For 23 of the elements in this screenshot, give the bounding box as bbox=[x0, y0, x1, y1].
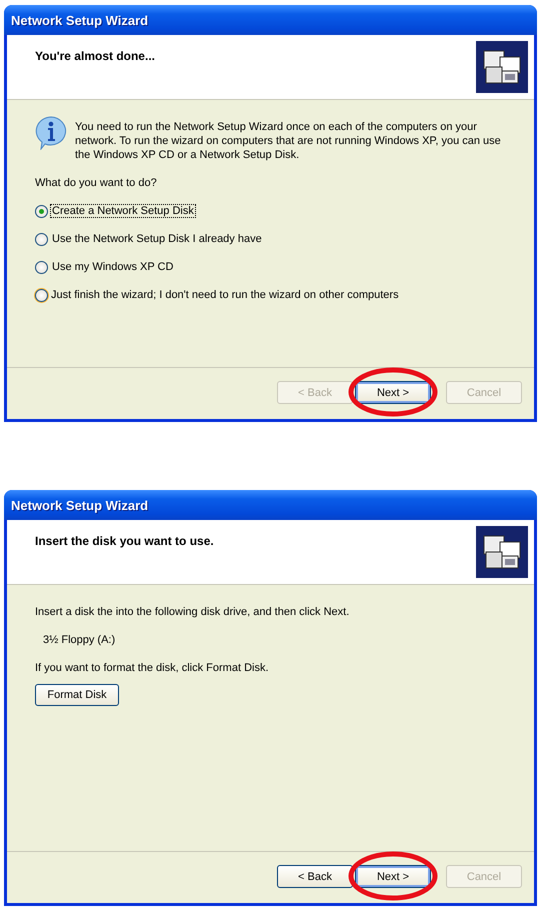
radio-label[interactable]: Just finish the wizard; I don't need to run the wizard on other computers bbox=[50, 289, 400, 301]
instruction-text: If you want to format the disk, click Format Disk. bbox=[35, 661, 270, 675]
format-disk-button[interactable]: Format Disk bbox=[35, 684, 119, 706]
next-button[interactable]: Next > bbox=[355, 381, 431, 404]
next-button[interactable]: Next > bbox=[355, 865, 431, 888]
drive-name: 3½ Floppy (A:) bbox=[42, 633, 116, 647]
radio-label[interactable]: Create a Network Setup Disk bbox=[51, 205, 195, 217]
radio-button[interactable] bbox=[35, 232, 48, 246]
page-heading: You're almost done... bbox=[35, 49, 155, 65]
radio-label[interactable]: Use my Windows XP CD bbox=[51, 261, 174, 273]
back-button[interactable]: < Back bbox=[277, 865, 353, 888]
info-icon bbox=[35, 116, 67, 150]
window-title: Network Setup Wizard bbox=[11, 498, 148, 512]
instruction-text: Insert a disk the into the following disk drive, and then click Next. bbox=[35, 605, 350, 619]
page-heading: Insert the disk you want to use. bbox=[35, 534, 214, 550]
window-title: Network Setup Wizard bbox=[11, 12, 148, 28]
instruction-text: What do you want to do? bbox=[35, 176, 158, 190]
radio-label[interactable]: Use the Network Setup Disk I already have bbox=[51, 233, 263, 245]
radio-button[interactable] bbox=[35, 204, 48, 218]
network-computers-icon bbox=[476, 526, 528, 578]
info-text: You need to run the Network Setup Wizard once on each of the computers on your network. To run the wizard on computers that are not running Windows XP, you can use the Windows XP CD or a Network Setup Disk. bbox=[75, 120, 502, 162]
radio-button[interactable] bbox=[35, 260, 48, 274]
network-computers-icon bbox=[476, 41, 528, 93]
